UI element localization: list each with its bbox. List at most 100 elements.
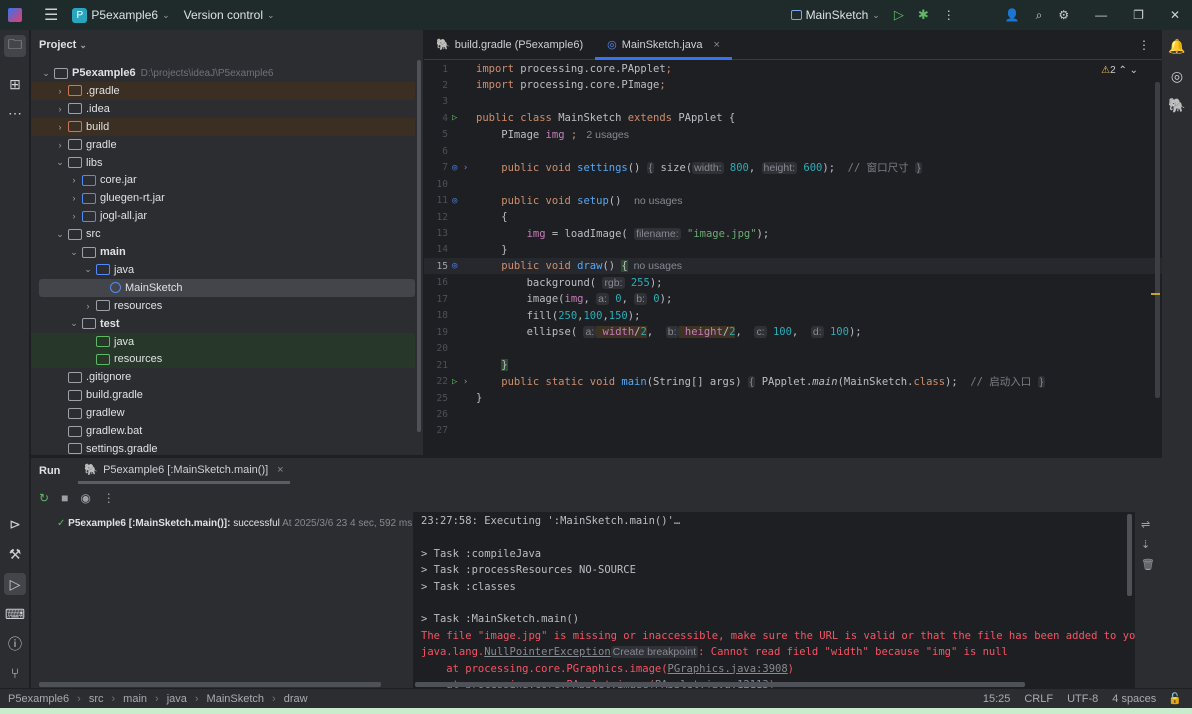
add-user-icon[interactable]: 👤 [1005,8,1020,22]
code-line[interactable]: 25} [424,390,1162,406]
structure-tool-icon[interactable]: ⊞ [4,73,26,95]
code-line[interactable]: 11 ◎ public void setup() no usages [424,193,1162,209]
version-control-menu[interactable]: Version control ⌄ [184,8,275,22]
override-gutter-icon[interactable]: ◎ [448,261,476,271]
project-panel-header[interactable]: Project ⌄ [39,39,87,51]
tree-row[interactable]: resources [31,350,415,369]
editor-scrollbar[interactable] [1155,82,1160,398]
build-tool-icon[interactable]: ⚒ [4,543,26,565]
code-line[interactable]: 13 img = loadImage( filename: "image.jpg… [424,226,1162,242]
warning-marker[interactable] [1151,293,1160,295]
code-line[interactable]: 5 PImage img ; 2 usages [424,127,1162,143]
editor-more-icon[interactable]: ⋮ [1138,38,1150,52]
chevron-right-icon[interactable]: › [55,104,65,114]
code-line[interactable]: 1 import processing.core.PApplet; [424,61,1162,77]
line-ending[interactable]: CRLF [1024,693,1053,705]
scroll-to-end-icon[interactable]: ⇣ [1141,538,1155,551]
main-menu-icon[interactable]: ☰ [44,5,58,25]
file-encoding[interactable]: UTF-8 [1067,693,1098,705]
tree-row[interactable]: ⌄ P5example6 D:\projects\ideaJ\P5example6 [31,64,415,82]
chevron-right-icon[interactable]: › [69,175,79,185]
code-line[interactable]: 27 [424,423,1162,439]
console-output[interactable]: 23:27:58: Executing ':MainSketch.main()'… [413,512,1135,688]
tree-row[interactable]: MainSketch [39,278,415,297]
tree-row[interactable]: ⌄ main [31,243,415,261]
run-icon[interactable]: ▷ [894,7,904,23]
breadcrumb-src[interactable]: src [89,693,104,705]
override-gutter-icon[interactable]: ◎ [448,196,476,206]
run-tree-item[interactable]: ✓ P5example6 [:MainSketch.main()]: succe… [57,518,412,529]
stop-icon[interactable]: ■ [61,491,68,505]
run-tool-icon[interactable]: ▷ [4,573,26,595]
caret-position[interactable]: 15:25 [983,693,1011,705]
tree-row[interactable]: › jogl-all.jar [31,207,415,225]
tree-row[interactable]: › gluegen-rt.jar [31,189,415,207]
chevron-right-icon[interactable]: › [69,211,79,221]
tree-hscrollbar[interactable] [39,682,381,687]
code-line[interactable]: 20 [424,341,1162,357]
clear-all-icon[interactable]: 🗑 [1141,558,1155,571]
code-line[interactable]: 2 import processing.core.PImage; [424,77,1162,93]
code-line[interactable]: 22 ▷ › public static void main(String[] a… [424,374,1162,390]
tree-row[interactable]: gradlew.bat [31,422,415,440]
close-tab-icon[interactable]: × [277,464,283,476]
usages-hint[interactable]: no usages [634,195,682,207]
breadcrumb-java[interactable]: java [167,693,187,705]
more-icon[interactable]: ⋮ [943,8,955,22]
restore-icon[interactable]: ❐ [1133,8,1144,22]
code-line[interactable]: 18 fill(250,100,150); [424,308,1162,324]
code-line[interactable]: 3 [424,94,1162,110]
code-line[interactable]: 6 [424,143,1162,159]
breadcrumb-draw[interactable]: draw [284,693,308,705]
view-options-icon[interactable]: ◉ [80,491,90,505]
usages-hint[interactable]: no usages [628,260,682,272]
console-link[interactable]: NullPointerException [484,646,610,658]
more-tools-icon[interactable]: ⋯ [4,102,26,124]
breadcrumb-mainsketch[interactable]: MainSketch [207,693,264,705]
code-line[interactable]: 15 ◎ public void draw() { no usages [424,258,1162,275]
chevron-down-icon[interactable]: ⌄ [55,157,65,168]
git-tool-icon[interactable]: ⑂ [4,662,26,684]
tree-row[interactable]: ⌄ test [31,315,415,333]
settings-icon[interactable]: ⚙ [1058,8,1069,22]
chevron-down-icon[interactable]: ⌄ [55,229,65,240]
tree-row[interactable]: ⌄ src [31,225,415,243]
code-line[interactable]: 10 [424,176,1162,192]
tree-row[interactable]: › core.jar [31,171,415,189]
chevron-right-icon[interactable]: › [55,140,65,150]
chevron-down-icon[interactable]: ⌄ [83,264,93,275]
breadcrumb-p5example6[interactable]: P5example6 [8,693,69,705]
notifications-icon[interactable]: 🔔 [1166,35,1188,57]
chevron-down-icon[interactable]: ⌄ [41,68,51,79]
code-line[interactable]: 12 { [424,209,1162,225]
terminal-tool-icon[interactable]: ⌨ [4,603,26,625]
tree-row[interactable]: › gradle [31,136,415,154]
problems-tool-icon[interactable]: ⓘ [4,633,26,655]
chevron-down-icon[interactable]: ⌄ [69,318,79,329]
code-line[interactable]: 21 } [424,357,1162,373]
close-window-icon[interactable]: ✕ [1170,8,1180,22]
tree-row[interactable]: settings.gradle [31,440,415,458]
project-tool-icon[interactable]: 🗀 [4,35,26,57]
tree-row[interactable]: › .idea [31,100,415,118]
code-line[interactable]: 4 ▷ public class MainSketch extends PApple… [424,110,1162,126]
run-tab[interactable]: 🐘 P5example6 [:MainSketch.main()] × [78,458,290,484]
tree-row[interactable]: .gitignore [31,368,415,386]
tree-row[interactable]: gradlew [31,404,415,422]
ai-assistant-icon[interactable]: ◎ [1166,65,1188,87]
tab-build-gradle-p5example6-[interactable]: 🐘 build.gradle (P5example6) [424,30,595,60]
search-icon[interactable]: ⌕ [1036,8,1043,23]
services-tool-icon[interactable]: ⊳ [4,513,26,535]
code-line[interactable]: 7 ◎ › public void settings() { size(width… [424,160,1162,176]
chevron-down-icon[interactable]: ⌄ [69,247,79,258]
gradle-tool-icon[interactable]: 🐘 [1166,94,1188,116]
code-line[interactable]: 14 } [424,242,1162,258]
minimize-icon[interactable]: — [1095,8,1107,22]
usages-hint[interactable]: 2 usages [583,129,629,141]
code-line[interactable]: 16 background( rgb: 255); [424,275,1162,291]
close-tab-icon[interactable]: × [713,39,719,51]
chevron-right-icon[interactable]: › [55,122,65,132]
tab-mainsketch-java[interactable]: ◎ MainSketch.java × [595,30,732,60]
project-selector[interactable]: P P5example6 ⌄ [72,7,170,23]
console-link[interactable]: PGraphics.java:3908 [668,663,788,675]
